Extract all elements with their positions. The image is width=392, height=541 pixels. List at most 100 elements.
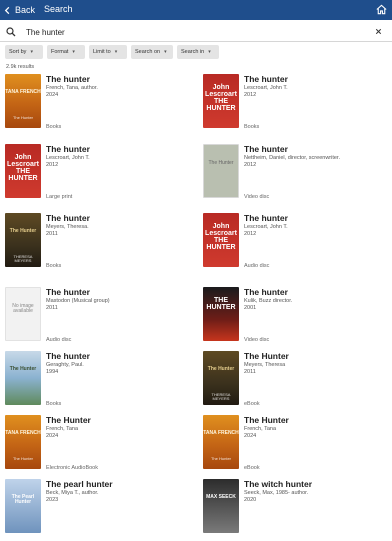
book-cover[interactable]: TANA FRENCH The Hunter: [203, 415, 239, 469]
filter-bar: Sort by ▾ Format ▾ Limit to ▾ Search on ▾ Se…: [5, 45, 219, 59]
result-author: Lescroart, John T.: [244, 85, 288, 91]
result-title[interactable]: The hunter: [46, 144, 186, 155]
filter-label: Search on: [135, 49, 161, 55]
result-year: 2001: [244, 305, 257, 311]
result-title[interactable]: The hunter: [46, 213, 186, 224]
cover-subtitle: THERESA MEYERS: [13, 254, 33, 263]
filter-sort-by[interactable]: Sort by ▾: [5, 45, 43, 59]
result-info: The hunter Geraghty, Paul. 1994 Books: [46, 351, 186, 407]
result-year: 2012: [244, 162, 257, 168]
result-title[interactable]: The hunter: [244, 287, 384, 298]
result-title[interactable]: The Hunter: [244, 415, 384, 426]
filter-search-on[interactable]: Search on ▾: [131, 45, 173, 59]
result-author: Nettheim, Daniel, director, screenwriter…: [244, 155, 340, 161]
search-bar: [0, 22, 392, 42]
result-title[interactable]: The hunter: [244, 144, 384, 155]
search-input[interactable]: [26, 25, 356, 39]
result-year: 1994: [46, 369, 59, 375]
result-info: The Hunter French, Tana 2024 Electronic Aud…: [46, 415, 186, 471]
result-item[interactable]: TANA FRENCH The Hunter The hunter French, T…: [0, 72, 190, 136]
result-format: Audio disc: [46, 337, 72, 343]
cover-subtitle: THERESA MEYERS: [211, 392, 231, 401]
result-title[interactable]: The witch hunter: [244, 479, 384, 490]
result-year: 2024: [46, 433, 59, 439]
result-year: 2011: [46, 231, 58, 237]
result-info: The witch hunter Seeck, Max, 1985- author…: [244, 479, 384, 535]
result-format: Audio disc: [244, 263, 270, 269]
book-cover[interactable]: No image available: [5, 287, 41, 341]
result-item[interactable]: TANA FRENCH The Hunter The Hunter French, T…: [0, 413, 190, 477]
filter-format[interactable]: Format ▾: [47, 45, 85, 59]
result-year: 2012: [46, 162, 59, 168]
result-title[interactable]: The hunter: [244, 74, 384, 85]
result-author: Mastodon (Musical group): [46, 298, 110, 304]
clear-icon[interactable]: [374, 27, 383, 36]
result-title[interactable]: The hunter: [244, 213, 384, 224]
cover-title: John Lescroart THE HUNTER: [7, 154, 39, 182]
app-header: Back Search: [0, 0, 392, 20]
result-title[interactable]: The Hunter: [46, 415, 186, 426]
result-year: 2012: [244, 92, 257, 98]
result-item[interactable]: The Hunter The hunter Nettheim, Daniel, di…: [198, 142, 388, 206]
result-info: The hunter French, Tana, author. 2024 Books: [46, 74, 186, 130]
cover-title: TANA FRENCH: [5, 89, 41, 95]
cover-title: The Hunter: [207, 366, 235, 372]
book-cover[interactable]: The Pearl Hunter: [5, 479, 41, 533]
book-cover[interactable]: John Lescroart THE HUNTER: [203, 213, 239, 267]
result-item[interactable]: John Lescroart THE HUNTER The hunter Lescr…: [0, 142, 190, 206]
back-label: Back: [15, 5, 36, 15]
result-item[interactable]: The Hunter THERESA MEYERS The hunter Meyers…: [0, 211, 190, 275]
result-info: The hunter Meyers, Theresa. 2011 Books: [46, 213, 186, 269]
result-item[interactable]: The Pearl Hunter The pearl hunter Beck, Mi…: [0, 477, 190, 541]
back-arrow-icon: [4, 6, 10, 14]
result-info: The hunter Kulik, Buzz director. 2001 Video…: [244, 287, 384, 343]
chevron-down-icon: ▾: [114, 49, 118, 55]
chevron-down-icon: ▾: [208, 49, 211, 55]
book-cover[interactable]: The Hunter: [5, 351, 41, 405]
book-cover[interactable]: The Hunter THERESA MEYERS: [203, 351, 239, 405]
result-author: Meyers, Theresa: [244, 362, 286, 368]
result-title[interactable]: The pearl hunter: [46, 479, 186, 490]
book-cover[interactable]: John Lescroart THE HUNTER: [203, 74, 239, 128]
book-cover[interactable]: MAX SEECK: [203, 479, 239, 533]
result-info: The hunter Lescroart, John T. 2012 Books: [244, 74, 384, 130]
cover-title: The Pearl Hunter: [11, 494, 35, 505]
result-title[interactable]: The hunter: [46, 351, 186, 362]
result-item[interactable]: John Lescroart THE HUNTER The hunter Lescr…: [198, 72, 388, 136]
result-format: Large print: [46, 194, 73, 200]
result-item[interactable]: No image available The hunter Mastodon (Mu…: [0, 285, 190, 349]
book-cover[interactable]: The Hunter THERESA MEYERS: [5, 213, 41, 267]
home-icon[interactable]: [375, 3, 388, 16]
book-cover[interactable]: John Lescroart THE HUNTER: [5, 144, 41, 198]
filter-label: Sort by: [9, 49, 27, 55]
book-cover[interactable]: TANA FRENCH The Hunter: [5, 415, 41, 469]
result-item[interactable]: MAX SEECK The witch hunter Seeck, Max, 198…: [198, 477, 388, 541]
result-year: 2011: [46, 305, 58, 311]
result-year: 2011: [244, 369, 256, 375]
result-author: Seeck, Max, 1985- author.: [244, 490, 309, 496]
filter-search-in[interactable]: Search in ▾: [177, 45, 219, 59]
cover-title: John Lescroart THE HUNTER: [205, 223, 237, 251]
result-item[interactable]: TANA FRENCH The Hunter The Hunter French, T…: [198, 413, 388, 477]
result-item[interactable]: The Hunter THERESA MEYERS The Hunter Meyers…: [198, 349, 388, 413]
result-title[interactable]: The Hunter: [244, 351, 384, 362]
result-title[interactable]: The hunter: [46, 74, 186, 85]
result-info: The hunter Mastodon (Musical group) 2011 Au…: [46, 287, 186, 343]
filter-limit-to[interactable]: Limit to ▾: [89, 45, 127, 59]
back-button[interactable]: Back: [3, 3, 35, 17]
result-info: The hunter Lescroart, John T. 2012 Audio di…: [244, 213, 384, 269]
result-title[interactable]: The hunter: [46, 287, 186, 298]
result-item[interactable]: John Lescroart THE HUNTER The hunter Lescr…: [198, 211, 388, 275]
book-cover[interactable]: The Hunter: [203, 144, 239, 198]
search-icon: [6, 27, 16, 37]
book-cover[interactable]: THE HUNTER: [203, 287, 239, 341]
result-format: Books: [46, 124, 62, 130]
book-cover[interactable]: TANA FRENCH The Hunter: [5, 74, 41, 128]
result-format: Books: [46, 401, 62, 407]
filter-label: Format: [51, 49, 69, 55]
result-info: The Hunter French, Tana 2024 eBook: [244, 415, 384, 471]
result-item[interactable]: The Hunter The hunter Geraghty, Paul. 1994 B…: [0, 349, 190, 413]
result-item[interactable]: THE HUNTER The hunter Kulik, Buzz director…: [198, 285, 388, 349]
cover-title: TANA FRENCH: [203, 430, 239, 436]
result-format: Video disc: [244, 194, 270, 200]
